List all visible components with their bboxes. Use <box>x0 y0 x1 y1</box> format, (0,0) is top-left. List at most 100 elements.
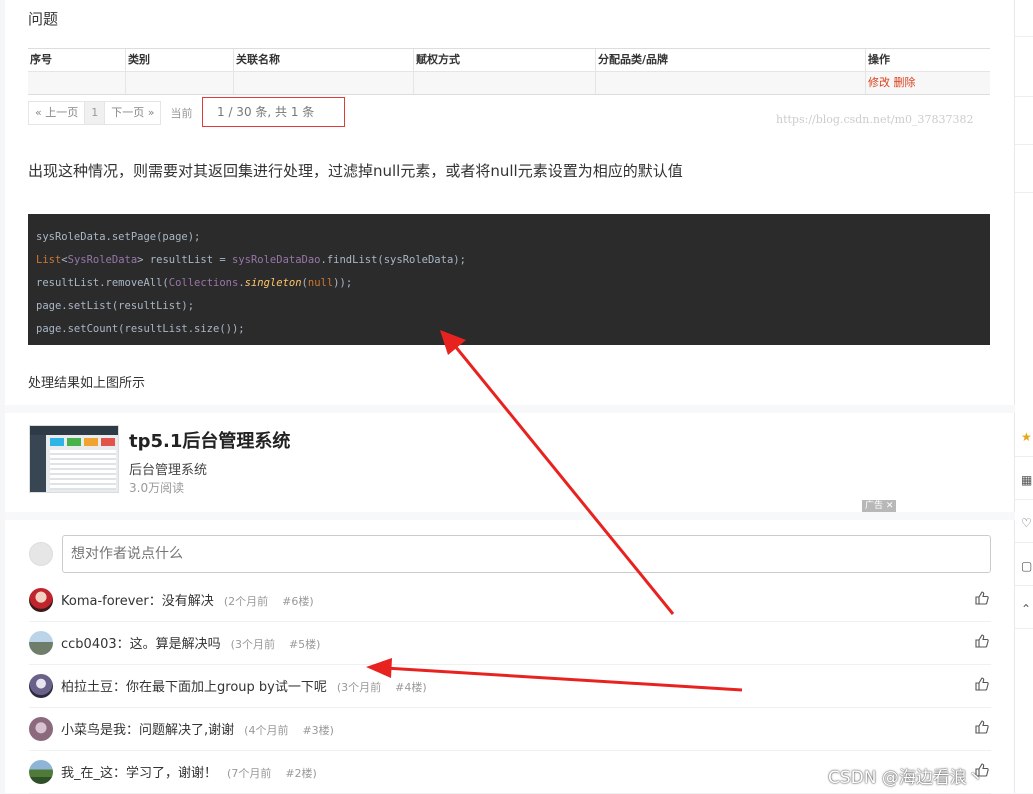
ad-label: 广告 <box>865 501 884 511</box>
table-cell <box>596 72 866 94</box>
table-cell <box>234 72 414 94</box>
comment-input[interactable] <box>62 535 991 573</box>
table-row: 修改 删除 <box>28 72 990 94</box>
code-token: singleton <box>244 277 302 289</box>
code-token: List <box>36 254 62 266</box>
comment-separator: ： <box>113 680 127 695</box>
page-number-button[interactable]: 1 <box>84 101 106 125</box>
code-line: page.setCount(resultList.size()); <box>36 323 245 335</box>
code-line: sysRoleData.setPage(page); <box>36 231 201 243</box>
thumbs-up-icon[interactable] <box>975 720 989 734</box>
avatar[interactable] <box>29 588 53 612</box>
column-header: 分配品类/品牌 <box>596 49 866 71</box>
comment-item: 柏拉土豆：你在最下面加上group by试一下呢 (3个月前 #4楼) <box>29 664 991 708</box>
comment-floor: #6楼) <box>282 595 314 608</box>
thumb-sidebar <box>30 435 46 492</box>
avatar[interactable] <box>29 674 53 698</box>
like-icon[interactable]: ♡ <box>1015 506 1033 543</box>
comment-text: 小菜鸟是我：问题解决了,谢谢 (4个月前 #3楼) <box>61 719 334 738</box>
thumbs-up-icon[interactable] <box>975 677 989 691</box>
grid-icon[interactable]: ▦ <box>1015 463 1033 500</box>
toolbar-slot[interactable] <box>1015 108 1033 145</box>
comment-item: ccb0403：这。算是解决吗 (3个月前 #5楼) <box>29 621 991 665</box>
code-token: .findList(sysRoleData); <box>320 254 466 266</box>
comment-body: 学习了，谢谢！ <box>126 766 218 781</box>
delete-link[interactable]: 删除 <box>894 76 916 89</box>
page-info-highlight: 1 / 30 条, 共 1 条 <box>202 97 345 127</box>
comment-floor: #2楼) <box>285 767 317 780</box>
comment-user[interactable]: Koma-forever <box>61 594 149 609</box>
column-header: 操作 <box>868 53 890 66</box>
comment-separator: ： <box>126 723 140 738</box>
comment-time: (3个月前 <box>230 638 275 651</box>
avatar <box>29 542 53 566</box>
code-line: resultList.removeAll(Collections.singlet… <box>36 272 990 295</box>
column-header: 赋权方式 <box>414 49 596 71</box>
comment-icon[interactable]: ▢ <box>1015 549 1033 586</box>
section-heading: 问题 <box>28 10 59 28</box>
avatar[interactable] <box>29 717 53 741</box>
comment-user[interactable]: 柏拉土豆 <box>61 680 113 695</box>
toolbar-slot[interactable] <box>1015 0 1033 37</box>
comment-time: (7个月前 <box>227 767 272 780</box>
code-token: resultList.removeAll( <box>36 277 169 289</box>
thumbs-up-icon[interactable] <box>975 591 989 605</box>
comment-separator: ： <box>113 766 127 781</box>
comment-text: ccb0403：这。算是解决吗 (3个月前 #5楼) <box>61 633 320 652</box>
comment-floor: #4楼) <box>395 681 427 694</box>
section-divider <box>5 405 1015 413</box>
table-cell <box>28 72 126 94</box>
comment-item: 小菜鸟是我：问题解决了,谢谢 (4个月前 #3楼) <box>29 707 991 751</box>
code-line: List<SysRoleData> resultList = sysRoleDa… <box>36 249 990 272</box>
comment-user[interactable]: 我_在_这 <box>61 766 113 781</box>
code-token: sysRoleDataDao <box>232 254 321 266</box>
csdn-watermark: CSDN @海边看浪丶 <box>828 768 984 788</box>
ad-badge[interactable]: 广告 ✕ <box>862 500 897 512</box>
code-line: page.setList(resultList); <box>36 300 195 312</box>
next-page-button[interactable]: 下一页 » <box>104 101 162 125</box>
comment-floor: #3楼) <box>302 724 334 737</box>
column-header: 关联名称 <box>234 49 414 71</box>
comment-text: Koma-forever：没有解决 (2个月前 #6楼) <box>61 590 314 609</box>
prev-page-button[interactable]: « 上一页 <box>28 101 86 125</box>
avatar[interactable] <box>29 631 53 655</box>
comment-body: 没有解决 <box>161 594 214 609</box>
comment-time: (4个月前 <box>244 724 289 737</box>
promo-title[interactable]: tp5.1后台管理系统 <box>129 427 290 453</box>
comment-user[interactable]: 小菜鸟是我 <box>61 723 126 738</box>
thumbs-up-icon[interactable] <box>975 634 989 648</box>
section-divider <box>5 512 1015 520</box>
comment-body: 这。算是解决吗 <box>129 637 221 652</box>
code-block: sysRoleData.setPage(page); List<SysRoleD… <box>28 214 990 345</box>
comment-body: 问题解决了,谢谢 <box>139 723 235 738</box>
toolbar-slot[interactable] <box>1015 60 1033 97</box>
thumb-tile <box>50 438 64 446</box>
code-token: null <box>307 277 334 289</box>
comment-separator: ： <box>148 594 162 609</box>
comment-text: 我_在_这：学习了，谢谢！ (7个月前 #2楼) <box>61 762 317 781</box>
table-header-row: 序号 类别 关联名称 赋权方式 分配品类/品牌 操作 <box>28 49 990 72</box>
article-paragraph: 出现这种情况，则需要对其返回集进行处理，过滤掉null元素，或者将null元素设… <box>28 162 683 180</box>
blog-url-watermark: https://blog.csdn.net/m0_37837382 <box>776 113 974 126</box>
close-icon[interactable]: ✕ <box>886 501 894 511</box>
current-label: 当前 <box>170 107 193 120</box>
scroll-top-icon[interactable]: ⌃ <box>1015 592 1033 629</box>
edit-link[interactable]: 修改 <box>868 76 890 89</box>
data-table: 序号 类别 关联名称 赋权方式 分配品类/品牌 操作 修改 删除 <box>28 48 990 95</box>
promo-thumbnail[interactable] <box>29 425 119 493</box>
avatar[interactable] <box>29 760 53 784</box>
table-cell <box>414 72 596 94</box>
star-icon[interactable]: ★ <box>1015 420 1033 457</box>
column-header: 类别 <box>126 49 234 71</box>
promo-reads: 3.0万阅读 <box>129 481 185 495</box>
thumb-tile <box>84 438 98 446</box>
table-actions-cell: 修改 删除 <box>866 72 990 94</box>
toolbar-slot[interactable] <box>1015 156 1033 193</box>
right-toolbar: ★ ▦ ♡ ▢ ⌃ <box>1014 0 1033 793</box>
comment-item: Koma-forever：没有解决 (2个月前 #6楼) <box>29 578 991 622</box>
comment-user[interactable]: ccb0403 <box>61 637 117 652</box>
code-token: > resultList = <box>137 254 232 266</box>
comment-text: 柏拉土豆：你在最下面加上group by试一下呢 (3个月前 #4楼) <box>61 676 427 695</box>
table-cell <box>126 72 234 94</box>
thumb-topbar <box>30 426 118 435</box>
